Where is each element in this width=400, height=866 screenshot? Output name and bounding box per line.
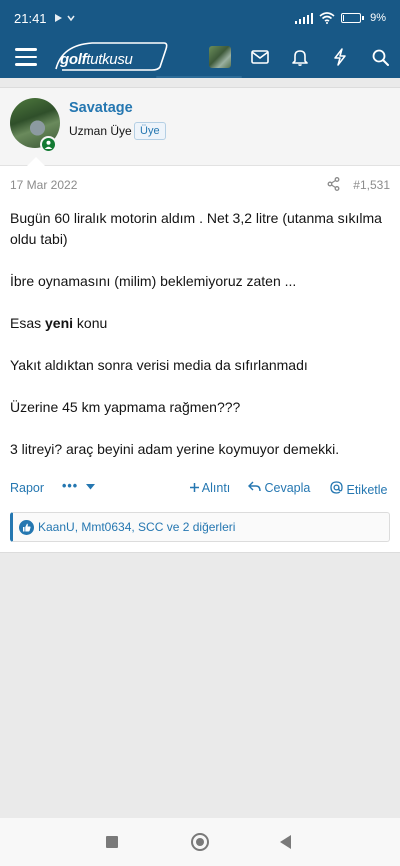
search-icon bbox=[372, 49, 389, 66]
bell-icon bbox=[292, 50, 308, 66]
mention-label: Etiketle bbox=[346, 483, 388, 497]
reactions-list[interactable]: KaanU, Mmt0634, SCC ve 2 diğerleri bbox=[38, 520, 235, 534]
quote-button[interactable]: Alıntı bbox=[190, 481, 230, 495]
status-time: 21:41 bbox=[14, 10, 47, 26]
battery-percent: 9% bbox=[370, 12, 386, 24]
recents-icon[interactable] bbox=[106, 836, 118, 848]
alerts-button[interactable] bbox=[280, 36, 320, 78]
header-tab-indicator bbox=[156, 76, 242, 78]
signal-icon bbox=[294, 12, 314, 24]
battery-icon bbox=[341, 13, 365, 23]
post-date[interactable]: 17 Mar 2022 bbox=[10, 178, 77, 192]
caret-down-icon bbox=[85, 484, 95, 490]
bold-text: yeni bbox=[45, 315, 74, 331]
inbox-button[interactable] bbox=[240, 36, 280, 78]
post-number[interactable]: #1,531 bbox=[353, 178, 390, 192]
whats-new-button[interactable] bbox=[320, 36, 360, 78]
author-name[interactable]: Savatage bbox=[69, 100, 133, 116]
author-badge: Üye bbox=[134, 122, 166, 140]
forum-post: Savatage Uzman Üye Üye 17 Mar 2022 #1,53… bbox=[0, 87, 400, 553]
reply-button[interactable]: Cevapla bbox=[248, 481, 310, 495]
report-link[interactable]: Rapor bbox=[10, 481, 44, 495]
post-paragraph: Üzerine 45 km yapmama rağmen??? bbox=[10, 399, 241, 415]
bolt-icon bbox=[334, 48, 346, 66]
online-status-icon bbox=[40, 136, 57, 153]
app-header: golftutkusu bbox=[0, 36, 400, 78]
post-paragraph: Esas yeni konu bbox=[10, 315, 108, 331]
reply-label: Cevapla bbox=[264, 481, 311, 495]
site-logo[interactable]: golftutkusu bbox=[52, 36, 172, 78]
like-icon bbox=[19, 519, 34, 535]
post-author: Savatage Uzman Üye Üye bbox=[0, 88, 400, 166]
home-icon[interactable] bbox=[191, 833, 209, 851]
notification-icons bbox=[53, 13, 76, 23]
post-paragraph: İbre oynamasını (milim) beklemiyoruz zat… bbox=[10, 273, 297, 289]
menu-icon[interactable] bbox=[0, 36, 52, 78]
reply-icon bbox=[248, 481, 261, 492]
reactions-bar[interactable]: KaanU, Mmt0634, SCC ve 2 diğerleri bbox=[10, 512, 390, 542]
post-paragraph: Yakıt aldıktan sonra verisi media da sıf… bbox=[10, 357, 308, 373]
author-arrow bbox=[27, 157, 45, 166]
more-dots: ••• bbox=[62, 479, 79, 493]
avatar bbox=[209, 46, 231, 68]
post-actions: Rapor ••• Alıntı Cevapla Etiketle bbox=[10, 479, 390, 499]
mail-icon bbox=[251, 50, 269, 64]
quote-label: Alıntı bbox=[201, 481, 231, 495]
header-actions bbox=[200, 36, 400, 78]
chevron-icon bbox=[66, 15, 75, 22]
post-meta: 17 Mar 2022 #1,531 bbox=[10, 177, 390, 194]
at-icon bbox=[330, 481, 343, 494]
play-icon bbox=[54, 14, 62, 22]
back-icon[interactable] bbox=[280, 835, 291, 849]
mention-button[interactable]: Etiketle bbox=[330, 481, 387, 497]
status-bar: 21:41 9% bbox=[0, 0, 400, 36]
share-icon[interactable] bbox=[327, 177, 340, 194]
search-button[interactable] bbox=[360, 36, 400, 78]
user-avatar-button[interactable] bbox=[200, 36, 240, 78]
android-nav-bar bbox=[0, 818, 400, 866]
post-paragraph: 3 litreyi? araç beyini adam yerine koymu… bbox=[10, 441, 340, 457]
post-body: Bugün 60 liralık motorin aldım . Net 3,2… bbox=[10, 208, 390, 460]
wifi-icon bbox=[319, 12, 335, 24]
logo-text: golftutkusu bbox=[60, 50, 133, 68]
post-paragraph: Bugün 60 liralık motorin aldım . Net 3,2… bbox=[10, 210, 382, 247]
plus-icon bbox=[190, 483, 199, 492]
author-title: Uzman Üye bbox=[69, 124, 132, 138]
status-right: 9% bbox=[294, 12, 386, 24]
more-options-button[interactable]: ••• bbox=[62, 479, 95, 493]
